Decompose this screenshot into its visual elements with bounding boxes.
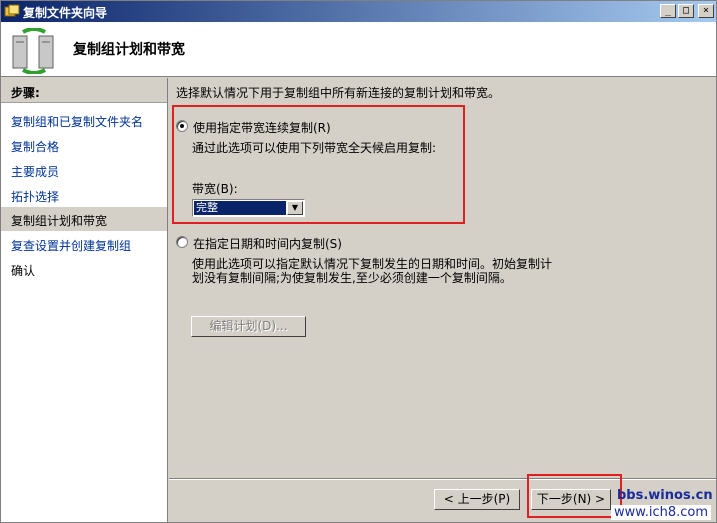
minimize-button[interactable]: _ — [660, 4, 676, 18]
continuous-replication-description: 通过此选项可以使用下列带宽全天候启用复制: — [192, 141, 437, 155]
step-confirmation: 确认 — [11, 264, 36, 278]
replication-servers-icon — [12, 28, 54, 74]
wizard-app-icon — [4, 4, 20, 17]
scheduled-replication-description-2: 划没有复制间隔;为使复制发生,至少必须创建一个复制间隔。 — [192, 271, 512, 285]
step-schedule-bandwidth[interactable]: 复制组计划和带宽 — [1, 207, 167, 231]
step-topology[interactable]: 拓扑选择 — [1, 183, 167, 207]
bandwidth-select[interactable]: 完整 ▼ — [192, 199, 305, 217]
scheduled-replication-radio[interactable] — [176, 236, 188, 248]
footer-divider — [169, 478, 716, 480]
intro-text: 选择默认情况下用于复制组中所有新连接的复制计划和带宽。 — [176, 86, 501, 100]
step-eligibility[interactable]: 复制合格 — [1, 133, 167, 157]
title-bar[interactable]: 复制文件夹向导 _ □ × — [1, 1, 716, 22]
step-review-create[interactable]: 复查设置并创建复制组 — [1, 232, 167, 256]
step-folder-name[interactable]: 复制组和已复制文件夹名 — [1, 108, 167, 132]
step-primary-member[interactable]: 主要成员 — [1, 158, 167, 182]
window-title: 复制文件夹向导 — [23, 6, 108, 20]
highlight-box-next — [527, 474, 622, 518]
watermark-main: bbs.winos.cn — [617, 488, 713, 503]
maximize-button[interactable]: □ — [678, 4, 694, 18]
scheduled-replication-label[interactable]: 在指定日期和时间内复制(S) — [193, 235, 342, 252]
page-title: 复制组计划和带宽 — [73, 42, 185, 58]
steps-sidebar: 步骤: 复制组和已复制文件夹名 复制合格 主要成员 拓扑选择 复制组计划和带宽 … — [1, 78, 168, 522]
continuous-replication-radio[interactable] — [176, 120, 188, 132]
edit-schedule-button[interactable]: 编辑计划(D)... — [191, 316, 306, 337]
dropdown-arrow-icon[interactable]: ▼ — [287, 201, 303, 215]
steps-heading: 步骤: — [1, 78, 167, 103]
continuous-replication-label[interactable]: 使用指定带宽连续复制(R) — [193, 119, 331, 136]
main-panel: 选择默认情况下用于复制组中所有新连接的复制计划和带宽。 使用指定带宽连续复制(R… — [169, 78, 716, 522]
close-button[interactable]: × — [698, 4, 714, 18]
wizard-header: 复制组计划和带宽 — [1, 22, 716, 77]
back-button[interactable]: < 上一步(P) — [434, 489, 520, 510]
bandwidth-label: 带宽(B): — [192, 182, 238, 196]
watermark-sub: www.ich8.com — [611, 505, 712, 520]
wizard-window: 复制文件夹向导 _ □ × 复制组计划和带宽 步骤: 复制组和已复制文件夹名 复… — [0, 0, 717, 523]
bandwidth-selected-value: 完整 — [194, 201, 286, 215]
